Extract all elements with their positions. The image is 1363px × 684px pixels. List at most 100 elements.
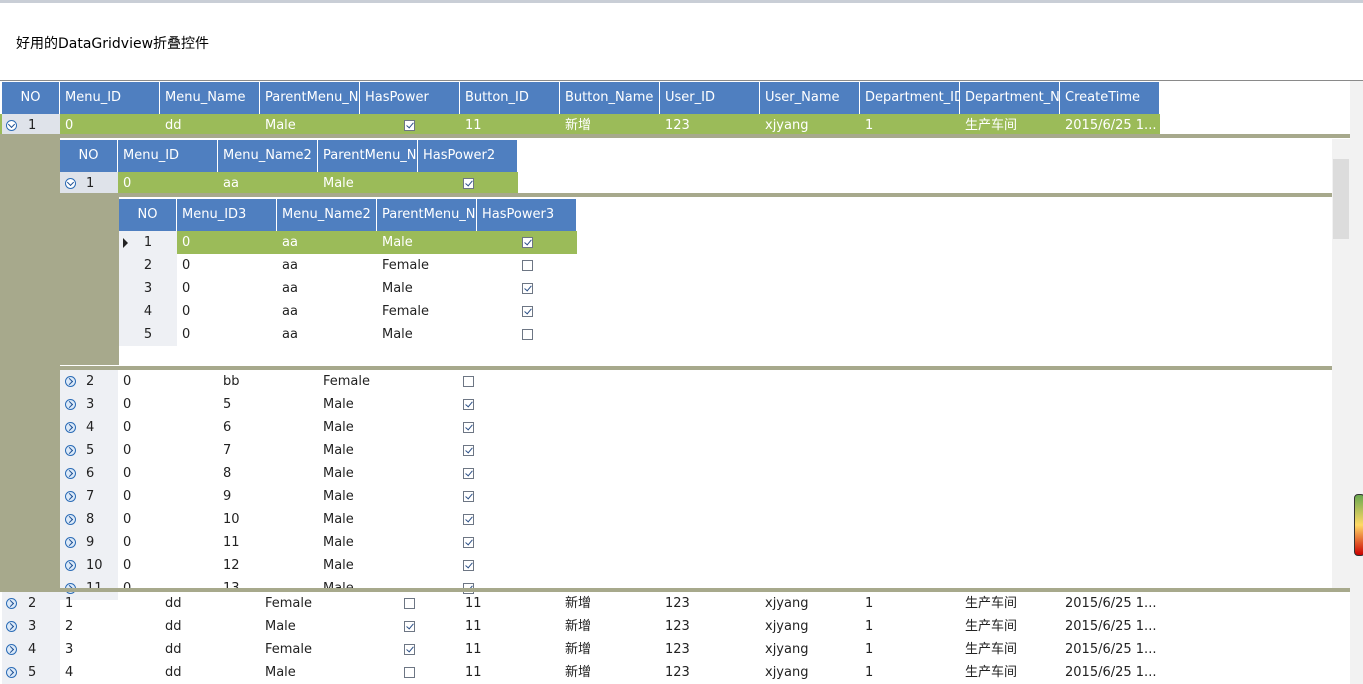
haspower3-checkbox[interactable] <box>522 329 533 340</box>
expand-button[interactable] <box>65 537 76 548</box>
column-header-department_n[interactable]: Department_N <box>960 82 1060 114</box>
cell-haspower3[interactable] <box>477 300 577 323</box>
column-header-parentmenu_n[interactable]: ParentMenu_N <box>260 82 360 114</box>
table-row-level1[interactable]: 5 4 dd Male 11 新增 123 xjyang 1 生产车间 2015/6/25 1... <box>0 661 1160 684</box>
haspower2-checkbox[interactable] <box>463 560 474 571</box>
cell-haspower2[interactable] <box>418 172 518 195</box>
table-row-level2[interactable]: 8 0 10 Male <box>60 508 518 531</box>
cell-haspower2[interactable] <box>418 485 518 508</box>
haspower2-checkbox[interactable] <box>463 376 474 387</box>
table-row-level1[interactable]: 3 2 dd Male 11 新增 123 xjyang 1 生产车间 2015/6/25 1... <box>0 615 1160 638</box>
column-header-menu_name2[interactable]: Menu_Name2 <box>277 199 377 231</box>
text: 0 <box>123 397 132 412</box>
haspower-checkbox[interactable] <box>404 644 415 655</box>
haspower2-checkbox[interactable] <box>463 178 474 189</box>
column-header-haspower[interactable]: HasPower <box>360 82 460 114</box>
haspower-checkbox[interactable] <box>404 120 415 131</box>
column-header-no[interactable]: NO <box>119 199 177 231</box>
haspower2-checkbox[interactable] <box>463 399 474 410</box>
haspower2-checkbox[interactable] <box>463 514 474 525</box>
cell-haspower3[interactable] <box>477 277 577 300</box>
haspower2-checkbox[interactable] <box>463 537 474 548</box>
cell-haspower2[interactable] <box>418 554 518 577</box>
haspower-checkbox[interactable] <box>404 598 415 609</box>
collapse-button[interactable] <box>6 120 17 131</box>
cell-haspower3[interactable] <box>477 254 577 277</box>
expand-button[interactable] <box>6 667 17 678</box>
column-header-no[interactable]: NO <box>2 82 60 114</box>
expand-button[interactable] <box>65 491 76 502</box>
cell-haspower2[interactable] <box>418 462 518 485</box>
column-header-button_name[interactable]: Button_Name <box>560 82 660 114</box>
table-row-level2[interactable]: 10 0 12 Male <box>60 554 518 577</box>
cell-haspower2[interactable] <box>418 416 518 439</box>
haspower3-checkbox[interactable] <box>522 306 533 317</box>
haspower2-checkbox[interactable] <box>463 468 474 479</box>
expand-button[interactable] <box>65 514 76 525</box>
column-header-no[interactable]: NO <box>60 140 118 172</box>
column-header-haspower2[interactable]: HasPower2 <box>418 140 518 172</box>
table-row-level2[interactable]: 5 0 7 Male <box>60 439 518 462</box>
vertical-scrollbar-level2[interactable] <box>1332 139 1350 589</box>
column-header-parentmenu_n[interactable]: ParentMenu_N <box>377 199 477 231</box>
cell-haspower3[interactable] <box>477 323 577 346</box>
cell-haspower3[interactable] <box>477 231 577 254</box>
table-row-level1[interactable]: 2 1 dd Female 11 新增 123 xjyang 1 生产车间 2015/6/25 1.… <box>0 592 1160 615</box>
column-header-user_id[interactable]: User_ID <box>660 82 760 114</box>
haspower2-checkbox[interactable] <box>463 445 474 456</box>
column-header-menu_id[interactable]: Menu_ID <box>118 140 218 172</box>
cell-haspower2[interactable] <box>418 439 518 462</box>
scrollbar-thumb[interactable] <box>1333 159 1349 239</box>
cell-haspower2[interactable] <box>418 531 518 554</box>
haspower2-checkbox[interactable] <box>463 422 474 433</box>
expand-button[interactable] <box>6 621 17 632</box>
haspower3-checkbox[interactable] <box>522 260 533 271</box>
cell-haspower[interactable] <box>360 638 460 661</box>
column-header-menu_name[interactable]: Menu_Name <box>160 82 260 114</box>
cell-haspower2[interactable] <box>418 393 518 416</box>
column-header-parentmenu_n[interactable]: ParentMenu_N <box>318 140 418 172</box>
table-row-level2[interactable]: 4 0 6 Male <box>60 416 518 439</box>
haspower3-checkbox[interactable] <box>522 237 533 248</box>
column-header-department_id[interactable]: Department_ID <box>860 82 960 114</box>
expand-button[interactable] <box>65 445 76 456</box>
column-header-menu_id[interactable]: Menu_ID <box>60 82 160 114</box>
column-header-menu_id3[interactable]: Menu_ID3 <box>177 199 277 231</box>
haspower-checkbox[interactable] <box>404 621 415 632</box>
table-row-level1[interactable]: 4 3 dd Female 11 新增 123 xjyang 1 生产车间 2015/6/25 1.… <box>0 638 1160 661</box>
expand-button[interactable] <box>65 560 76 571</box>
haspower-checkbox[interactable] <box>404 667 415 678</box>
collapse-button[interactable] <box>65 178 76 189</box>
table-row-level3[interactable]: 1 0 aa Male <box>119 231 577 254</box>
column-header-menu_name2[interactable]: Menu_Name2 <box>218 140 318 172</box>
expand-button[interactable] <box>65 468 76 479</box>
table-row-level2[interactable]: 2 0 bb Female <box>60 370 518 393</box>
column-header-createtime[interactable]: CreateTime <box>1060 82 1160 114</box>
expand-button[interactable] <box>65 399 76 410</box>
table-row-level2[interactable]: 3 0 5 Male <box>60 393 518 416</box>
cell-haspower[interactable] <box>360 592 460 615</box>
expand-button[interactable] <box>65 422 76 433</box>
column-header-haspower3[interactable]: HasPower3 <box>477 199 577 231</box>
column-header-user_name[interactable]: User_Name <box>760 82 860 114</box>
cell-haspower2[interactable] <box>418 508 518 531</box>
table-row-level2[interactable]: 7 0 9 Male <box>60 485 518 508</box>
table-row-level3[interactable]: 5 0 aa Male <box>119 323 577 346</box>
haspower3-checkbox[interactable] <box>522 283 533 294</box>
table-row-level2[interactable]: 6 0 8 Male <box>60 462 518 485</box>
table-row-level2[interactable]: 9 0 11 Male <box>60 531 518 554</box>
cell-haspower2[interactable] <box>418 370 518 393</box>
table-row-level2[interactable]: 1 0 aa Male <box>60 172 518 195</box>
expand-button[interactable] <box>6 598 17 609</box>
table-row-level3[interactable]: 4 0 aa Female <box>119 300 577 323</box>
collapsible-datagridview[interactable]: NO Menu_ID Menu_Name ParentMenu_N HasPower Bu… <box>0 81 1363 684</box>
cell-haspower[interactable] <box>360 615 460 638</box>
column-header-button_id[interactable]: Button_ID <box>460 82 560 114</box>
table-row-level3[interactable]: 3 0 aa Male <box>119 277 577 300</box>
cell-haspower[interactable] <box>360 661 460 684</box>
vertical-scrollbar-main[interactable] <box>1350 81 1363 684</box>
expand-button[interactable] <box>65 376 76 387</box>
table-row-level3[interactable]: 2 0 aa Female <box>119 254 577 277</box>
expand-button[interactable] <box>6 644 17 655</box>
haspower2-checkbox[interactable] <box>463 491 474 502</box>
